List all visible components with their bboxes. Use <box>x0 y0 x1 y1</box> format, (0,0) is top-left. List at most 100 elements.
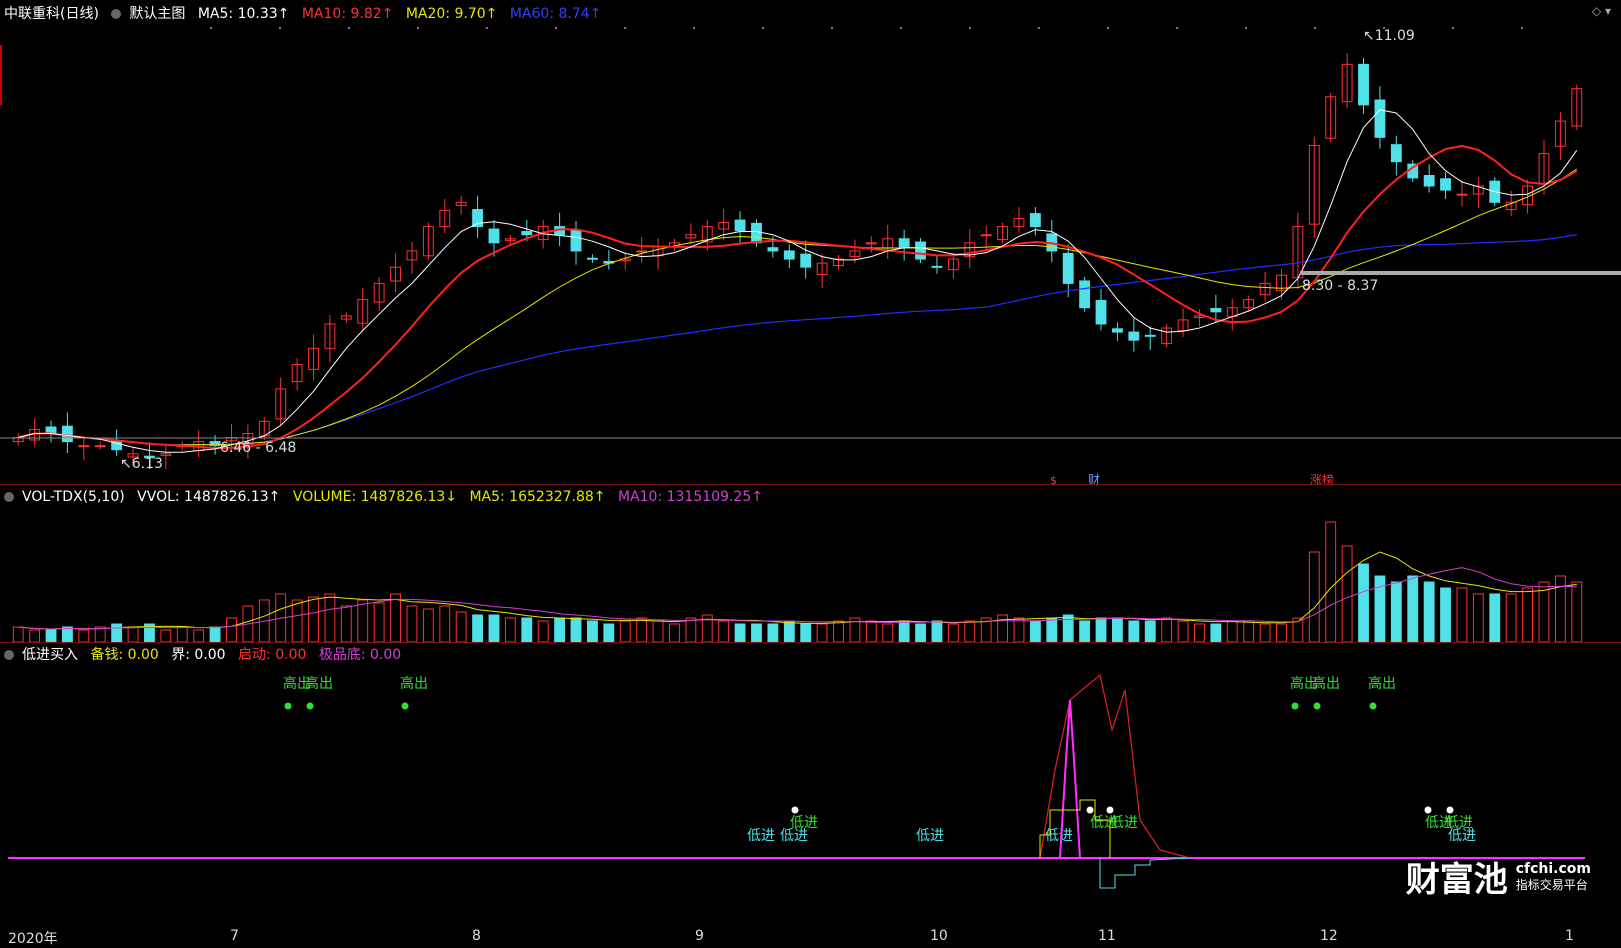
flag-dot <box>417 27 419 29</box>
date-tick: 11 <box>1098 928 1116 944</box>
volume-bar <box>669 623 680 643</box>
volume-bar <box>1390 581 1402 643</box>
low-signal-dot <box>1424 806 1432 814</box>
candle-body <box>915 241 926 260</box>
candle-body <box>62 425 73 443</box>
volume-bar <box>1423 581 1435 643</box>
candle-body <box>94 445 106 448</box>
vol-ma5-line <box>18 551 1577 630</box>
ma20-line <box>18 168 1578 446</box>
flag-dot <box>1383 27 1385 29</box>
volume-bar <box>226 617 237 643</box>
flag-dot <box>624 27 626 29</box>
volume-bar <box>455 611 467 643</box>
flag-dot <box>1038 27 1040 29</box>
volume-bar <box>1259 623 1271 643</box>
volume-bar <box>78 629 90 643</box>
candle-body <box>980 234 992 237</box>
high-signal-dot <box>284 702 292 710</box>
candle-body <box>751 222 762 244</box>
high-signal-dot <box>1291 702 1299 710</box>
date-tick: 8 <box>472 928 481 944</box>
ma60-line <box>18 234 1577 446</box>
vol-ma10-label: MA10: 1315109.25↑ <box>617 489 763 505</box>
volume-bar <box>324 593 336 643</box>
volume-bar <box>1177 620 1189 643</box>
low-signal-label: 低进 <box>1045 828 1073 844</box>
volume-bar <box>1226 620 1238 643</box>
indicator-header: 低进买入 备钱: 0.00 界: 0.00 启动: 0.00 极品底: 0.00 <box>4 645 409 665</box>
volume-bar <box>45 629 57 643</box>
low-signal-dot <box>1446 806 1454 814</box>
date-tick: 1 <box>1565 928 1574 944</box>
low-signal-label: 低进 <box>780 828 808 844</box>
flag-dot <box>1452 27 1454 29</box>
volume-bar <box>373 602 385 643</box>
volume-bar <box>488 614 500 643</box>
low-signal-label: 低进 <box>916 828 944 844</box>
volume-bar <box>915 623 926 643</box>
candle-body <box>1095 299 1107 325</box>
flag-dot <box>1176 27 1178 29</box>
flag-dot <box>900 27 902 29</box>
candle-body <box>734 219 746 232</box>
flag-dot <box>279 27 281 29</box>
jie-label: 界: 0.00 <box>171 647 226 663</box>
low-signal-dot <box>1106 806 1114 814</box>
volume-bar <box>947 623 959 643</box>
logo-domain: cfchi.com <box>1515 860 1591 877</box>
flag-dot <box>1245 27 1247 29</box>
vol-title[interactable]: VOL-TDX(5,10) <box>22 489 125 505</box>
volume-bar <box>1358 563 1369 643</box>
volume-bar <box>1407 575 1419 643</box>
ma10-line <box>17 144 1578 450</box>
volume-bar <box>1276 623 1287 643</box>
candle-body <box>488 228 500 244</box>
candle-body <box>865 242 877 245</box>
candle-body <box>78 445 90 448</box>
jipindi-label: 极品底: 0.00 <box>318 647 402 663</box>
volume-bar <box>816 623 828 643</box>
volume-bar <box>865 620 877 643</box>
volume-bar <box>1194 623 1205 643</box>
flag-dot <box>831 27 833 29</box>
volume-bar <box>340 605 352 643</box>
candle-body <box>1079 280 1091 309</box>
volume-bar <box>193 629 205 643</box>
volume-bar <box>1505 593 1517 643</box>
candle-body <box>570 229 582 252</box>
volume-bar <box>767 623 779 643</box>
volume-bar <box>751 623 762 643</box>
date-tick: 12 <box>1320 928 1338 944</box>
volume-bar <box>422 608 434 643</box>
low-price-label: ↖6.13 <box>120 456 163 472</box>
high-signal-label: 高出 <box>1312 675 1340 692</box>
divider-main <box>0 484 1621 485</box>
volume-bar <box>652 620 664 643</box>
indicator-menu-icon[interactable] <box>4 650 14 660</box>
candle-body <box>1374 99 1386 138</box>
high-price-label: ↖11.09 <box>1363 28 1415 44</box>
jie-steps <box>1099 857 1191 889</box>
volume-bar <box>587 620 598 643</box>
volume-bar <box>1079 620 1091 643</box>
volume-bar <box>1095 617 1107 643</box>
date-tick: 10 <box>930 928 948 944</box>
volume-bar <box>111 623 123 643</box>
flag-dot <box>348 27 350 29</box>
kline-chart[interactable]: ↖11.09↖6.136.46 - 6.488.30 - 8.37$ 财涨榜高出高… <box>0 0 1621 926</box>
volume-bar <box>603 623 615 643</box>
volume-bar <box>1489 593 1501 643</box>
indicator-name[interactable]: 低进买入 <box>22 647 78 663</box>
flag-dot <box>1521 27 1523 29</box>
low-signal-label: 低进 <box>747 828 775 844</box>
flag-dot <box>1314 27 1316 29</box>
volume-bar <box>472 614 483 643</box>
volume-bar <box>964 620 976 643</box>
volume-menu-icon[interactable] <box>4 492 14 502</box>
low-signal-label: 低进 <box>1448 828 1476 844</box>
low-signal-dot <box>1086 806 1094 814</box>
candle-body <box>1062 252 1074 284</box>
volume-bar <box>1456 587 1468 643</box>
flag-dot <box>969 27 971 29</box>
